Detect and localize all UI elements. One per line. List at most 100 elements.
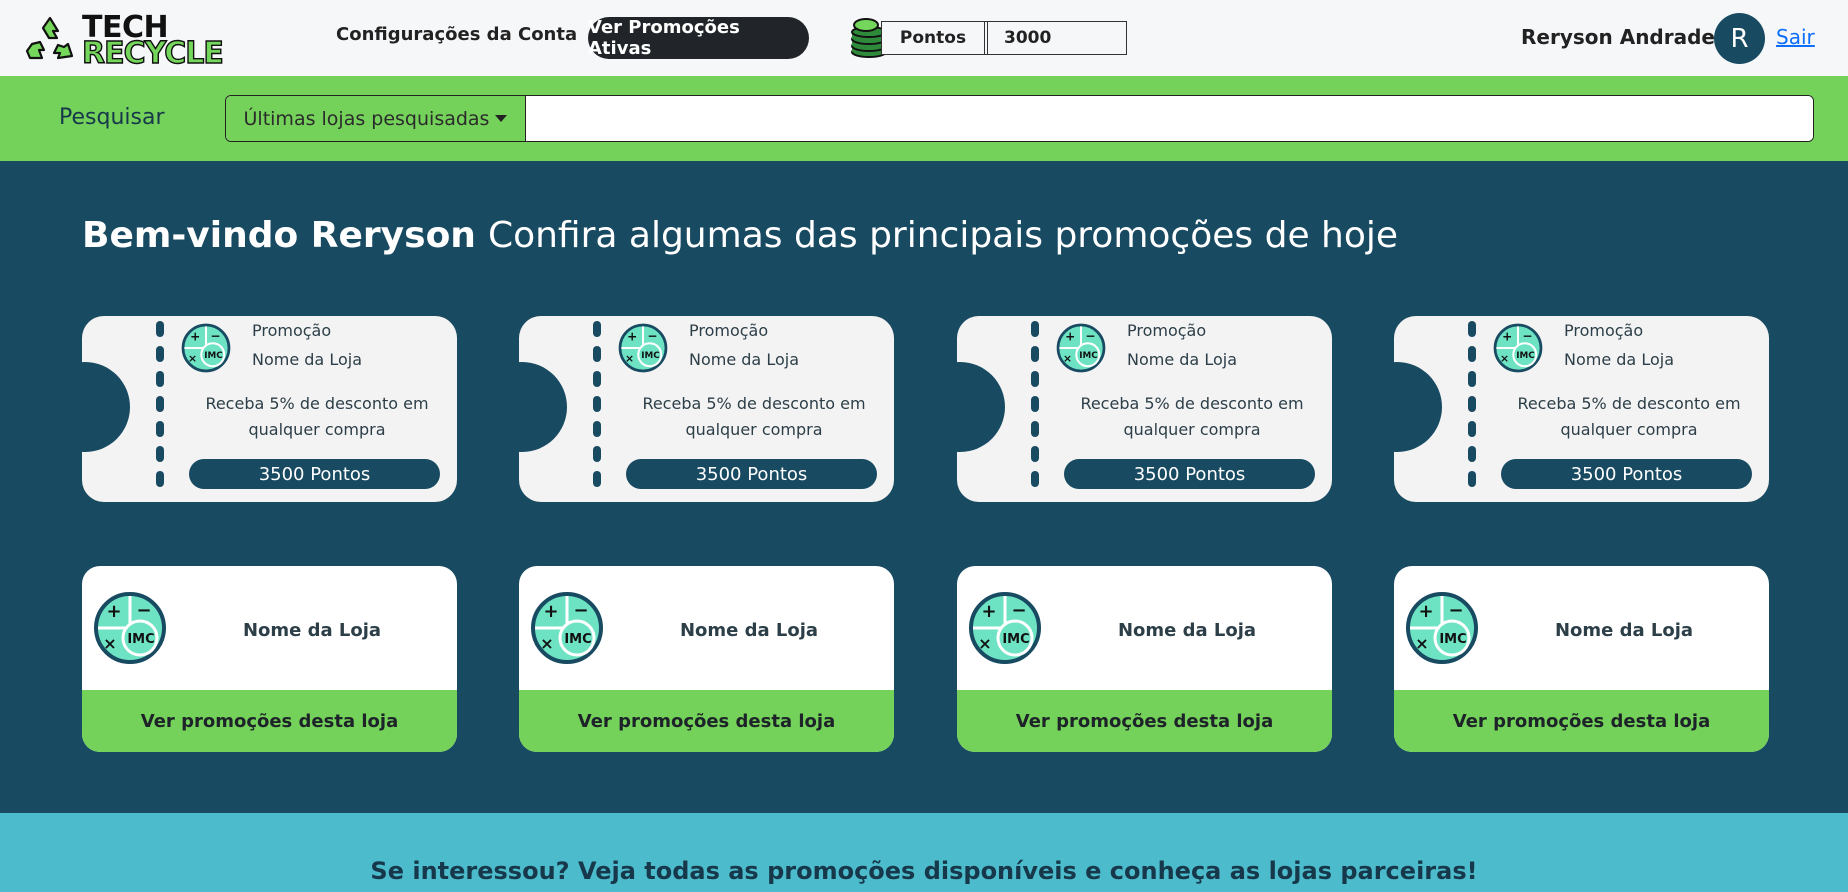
perforation-dash	[1031, 346, 1039, 362]
store-name: Nome da Loja	[1117, 620, 1257, 641]
tech-recycle-logo[interactable]: TECH RECYCLE	[24, 10, 225, 72]
imc-calculator-icon: + − × IMC	[1493, 323, 1543, 373]
svg-text:+: +	[981, 601, 996, 622]
points-display: Pontos 3000	[881, 21, 1127, 55]
welcome-subtitle: Confira algumas das principais promoções…	[487, 215, 1399, 256]
avatar[interactable]: R	[1714, 13, 1765, 64]
perforation-dash	[156, 371, 164, 387]
active-promotions-button[interactable]: Ver Promoções Ativas	[588, 17, 809, 59]
svg-text:−: −	[573, 600, 588, 621]
redeem-points-button[interactable]: 3500 Pontos	[189, 459, 440, 489]
top-navbar: TECH RECYCLE Configurações da Conta Ver …	[0, 0, 1848, 76]
coupon-perforation	[592, 321, 602, 497]
perforation-dash	[1468, 346, 1476, 362]
promo-coupon-card[interactable]: + − × IMC Promoção Nome da Loja Receba 5…	[519, 316, 894, 502]
store-card: + − × IMC Nome da Loja Ver promoções des…	[519, 566, 894, 752]
store-name: Nome da Loja	[242, 620, 382, 641]
store-name: Nome da Loja	[679, 620, 819, 641]
store-logo: + − × IMC	[968, 591, 1042, 665]
cta-text[interactable]: Se interessou? Veja todas as promoções d…	[0, 857, 1848, 885]
svg-text:×: ×	[1500, 352, 1509, 365]
perforation-dash	[1031, 446, 1039, 462]
perforation-dash	[593, 321, 601, 337]
promo-coupon-card[interactable]: + − × IMC Promoção Nome da Loja Receba 5…	[82, 316, 457, 502]
store-card: + − × IMC Nome da Loja Ver promoções des…	[82, 566, 457, 752]
coupon-perforation	[155, 321, 165, 497]
perforation-dash	[1031, 371, 1039, 387]
redeem-points-button[interactable]: 3500 Pontos	[1064, 459, 1315, 489]
redeem-points-button[interactable]: 3500 Pontos	[1501, 459, 1752, 489]
store-logo: + − × IMC	[1493, 323, 1543, 373]
coupon-type: Promoção	[689, 321, 769, 340]
imc-calculator-icon: + − × IMC	[618, 323, 668, 373]
coupon-notch	[1394, 362, 1442, 452]
promo-coupon-card[interactable]: + − × IMC Promoção Nome da Loja Receba 5…	[1394, 316, 1769, 502]
perforation-dash	[156, 471, 164, 487]
store-logo: + − × IMC	[618, 323, 668, 373]
store-card: + − × IMC Nome da Loja Ver promoções des…	[1394, 566, 1769, 752]
perforation-dash	[156, 421, 164, 437]
perforation-dash	[593, 396, 601, 412]
svg-text:−: −	[136, 600, 151, 621]
svg-text:+: +	[543, 601, 558, 622]
view-store-promotions-button[interactable]: Ver promoções desta loja	[1394, 690, 1769, 752]
svg-text:+: +	[1502, 330, 1512, 344]
recycle-icon	[25, 16, 74, 60]
coupon-description: Receba 5% de desconto em qualquer compra	[205, 394, 429, 439]
perforation-dash	[1468, 321, 1476, 337]
view-store-promotions-button[interactable]: Ver promoções desta loja	[519, 690, 894, 752]
svg-text:−: −	[1085, 329, 1095, 343]
perforation-dash	[1031, 396, 1039, 412]
coupon-type: Promoção	[1564, 321, 1644, 340]
search-input[interactable]	[526, 96, 1813, 141]
recent-stores-dropdown-label: Últimas lojas pesquisadas	[243, 107, 490, 130]
svg-text:−: −	[1011, 600, 1026, 621]
coupon-perforation	[1467, 321, 1477, 497]
svg-text:IMC: IMC	[1439, 632, 1466, 647]
svg-text:×: ×	[1063, 352, 1072, 365]
imc-calculator-icon: + − × IMC	[94, 592, 166, 664]
promo-coupon-card[interactable]: + − × IMC Promoção Nome da Loja Receba 5…	[957, 316, 1332, 502]
perforation-dash	[593, 346, 601, 362]
coupon-type: Promoção	[252, 321, 332, 340]
perforation-dash	[156, 446, 164, 462]
redeem-points-button[interactable]: 3500 Pontos	[626, 459, 877, 489]
recent-stores-dropdown[interactable]: Últimas lojas pesquisadas	[226, 96, 526, 141]
perforation-dash	[1468, 421, 1476, 437]
coupon-notch	[519, 362, 567, 452]
perforation-dash	[1468, 471, 1476, 487]
perforation-dash	[1031, 421, 1039, 437]
perforation-dash	[593, 371, 601, 387]
store-logo: + − × IMC	[181, 323, 231, 373]
welcome-heading: Bem-vindo Reryson Confira algumas das pri…	[82, 215, 1398, 256]
store-logo: + − × IMC	[530, 591, 604, 665]
view-store-promotions-button[interactable]: Ver promoções desta loja	[957, 690, 1332, 752]
coupon-description: Receba 5% de desconto em qualquer compra	[642, 394, 866, 439]
store-name: Nome da Loja	[1554, 620, 1694, 641]
svg-text:IMC: IMC	[641, 351, 659, 361]
cta-section: Se interessou? Veja todas as promoções d…	[0, 813, 1848, 892]
logo-text-recycle: RECYCLE	[81, 35, 224, 71]
search-bar: Pesquisar Últimas lojas pesquisadas	[0, 76, 1848, 161]
imc-calculator-icon: + − × IMC	[531, 592, 603, 664]
logout-link[interactable]: Sair	[1776, 25, 1815, 49]
perforation-dash	[593, 446, 601, 462]
svg-text:+: +	[627, 330, 637, 344]
perforation-dash	[1468, 396, 1476, 412]
view-store-promotions-button[interactable]: Ver promoções desta loja	[82, 690, 457, 752]
points-label: Pontos	[882, 22, 988, 54]
perforation-dash	[156, 321, 164, 337]
coupon-description: Receba 5% de desconto em qualquer compra	[1517, 394, 1741, 439]
perforation-dash	[593, 471, 601, 487]
store-logo: + − × IMC	[93, 591, 167, 665]
coupon-notch	[957, 362, 1005, 452]
imc-calculator-icon: + − × IMC	[1406, 592, 1478, 664]
svg-text:IMC: IMC	[564, 632, 591, 647]
svg-text:IMC: IMC	[1002, 632, 1029, 647]
perforation-dash	[1468, 446, 1476, 462]
store-logo: + − × IMC	[1405, 591, 1479, 665]
svg-text:−: −	[647, 329, 657, 343]
coupon-store-name: Nome da Loja	[252, 350, 362, 369]
account-settings-link[interactable]: Configurações da Conta	[336, 24, 577, 45]
svg-text:+: +	[106, 601, 121, 622]
